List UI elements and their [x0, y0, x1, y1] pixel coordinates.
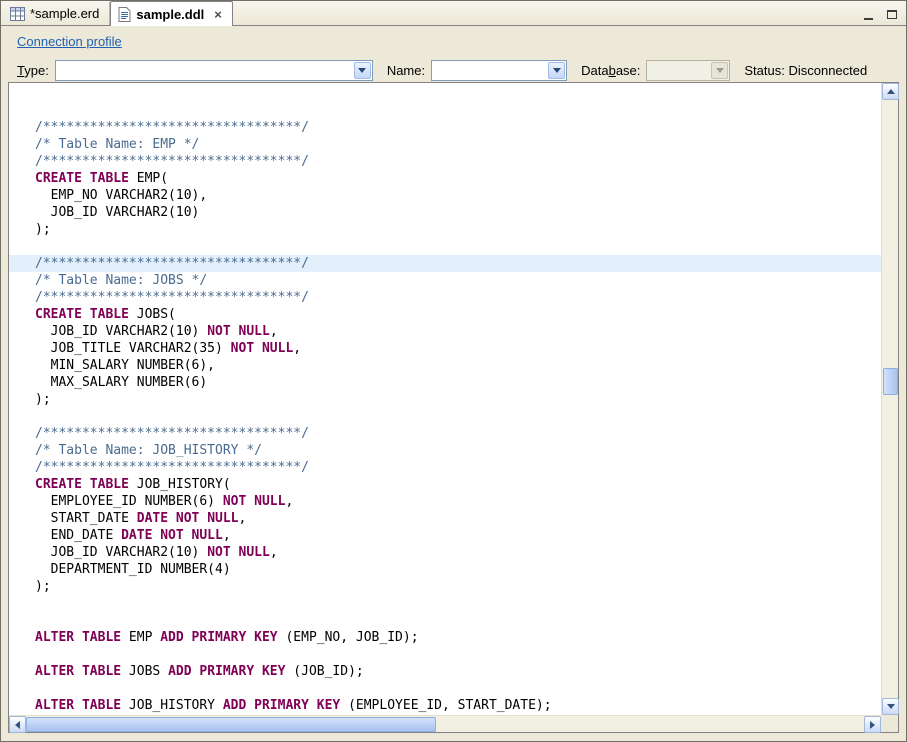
- code-line: );: [9, 578, 881, 595]
- tab-sample-erd[interactable]: *sample.erd: [3, 2, 110, 25]
- minimize-button[interactable]: [861, 6, 876, 20]
- sql-editor: /*********************************//* Ta…: [8, 82, 899, 733]
- editor-tabbar: *sample.erd sample.ddl ×: [1, 1, 906, 26]
- erd-diagram-icon: [10, 7, 25, 21]
- tab-label: *sample.erd: [30, 6, 99, 21]
- code-line: ALTER TABLE EMP ADD PRIMARY KEY (EMP_NO,…: [9, 629, 881, 646]
- code-line: MIN_SALARY NUMBER(6),: [9, 357, 881, 374]
- chevron-down-icon: [716, 68, 724, 73]
- code-line: /*********************************/: [9, 459, 881, 476]
- maximize-icon: [887, 10, 897, 19]
- code-line: );: [9, 391, 881, 408]
- code-line: ALTER TABLE JOBS ADD PRIMARY KEY (JOB_ID…: [9, 663, 881, 680]
- close-icon[interactable]: ×: [214, 8, 222, 21]
- arrow-right-icon: [870, 721, 875, 729]
- database-combo-value: [647, 61, 710, 80]
- code-line: START_DATE DATE NOT NULL,: [9, 510, 881, 527]
- code-line: JOB_ID VARCHAR2(10) NOT NULL,: [9, 323, 881, 340]
- code-line: [9, 595, 881, 612]
- code-line: /* Table Name: EMP */: [9, 136, 881, 153]
- scroll-down-button[interactable]: [882, 698, 899, 715]
- view-controls: [861, 6, 899, 20]
- code-line: JOB_TITLE VARCHAR2(35) NOT NULL,: [9, 340, 881, 357]
- type-combo-dropdown-button[interactable]: [354, 62, 371, 79]
- code-line: JOB_ID VARCHAR2(10): [9, 204, 881, 221]
- type-combo[interactable]: [55, 60, 373, 81]
- connection-profile-panel: Connection profile Type: Name: Database:…: [1, 27, 906, 82]
- code-line: /* Table Name: JOB_HISTORY */: [9, 442, 881, 459]
- tab-label: sample.ddl: [136, 7, 204, 22]
- arrow-left-icon: [15, 721, 20, 729]
- ddl-editor-window: *sample.erd sample.ddl ×: [0, 0, 907, 742]
- code-line: [9, 408, 881, 425]
- scroll-right-button[interactable]: [864, 716, 881, 733]
- horizontal-scrollbar[interactable]: [9, 715, 881, 732]
- code-line: ALTER TABLE JOB_HISTORY ADD PRIMARY KEY …: [9, 697, 881, 714]
- database-combo: [646, 60, 730, 81]
- chevron-down-icon: [358, 68, 366, 73]
- code-line: CREATE TABLE EMP(: [9, 170, 881, 187]
- connection-profile-form: Type: Name: Database: Status: Disconnect…: [17, 60, 892, 81]
- maximize-button[interactable]: [884, 6, 899, 20]
- arrow-down-icon: [887, 704, 895, 709]
- code-line: CREATE TABLE JOBS(: [9, 306, 881, 323]
- name-combo[interactable]: [431, 60, 567, 81]
- code-line: [9, 646, 881, 663]
- connection-status-text: Status: Disconnected: [744, 63, 867, 78]
- code-line: /* Table Name: JOBS */: [9, 272, 881, 289]
- code-line: EMP_NO VARCHAR2(10),: [9, 187, 881, 204]
- arrow-up-icon: [887, 89, 895, 94]
- connection-profile-title[interactable]: Connection profile: [17, 34, 122, 49]
- code-line: /*********************************/: [9, 119, 881, 136]
- chevron-down-icon: [553, 68, 561, 73]
- minimize-icon: [864, 17, 873, 20]
- code-line: JOB_ID VARCHAR2(10) NOT NULL,: [9, 544, 881, 561]
- vertical-scrollbar[interactable]: [881, 83, 898, 715]
- database-label: Database:: [581, 63, 640, 78]
- code-line: MAX_SALARY NUMBER(6): [9, 374, 881, 391]
- scroll-up-button[interactable]: [882, 83, 899, 100]
- code-line: /*********************************/: [9, 425, 881, 442]
- code-line: [9, 680, 881, 697]
- scrollbar-corner: [881, 715, 898, 732]
- database-label-mnemonic: b: [609, 63, 616, 78]
- vertical-scrollbar-thumb[interactable]: [883, 368, 898, 395]
- code-line: DEPARTMENT_ID NUMBER(4): [9, 561, 881, 578]
- name-label: Name:: [387, 63, 425, 78]
- type-label-text: ype:: [24, 63, 49, 78]
- name-combo-value: [432, 61, 547, 80]
- sql-file-icon: [118, 7, 131, 22]
- type-combo-value: [56, 61, 353, 80]
- name-combo-dropdown-button[interactable]: [548, 62, 565, 79]
- code-line: /*********************************/: [9, 289, 881, 306]
- scroll-left-button[interactable]: [9, 716, 26, 733]
- database-label-text2: ase:: [616, 63, 641, 78]
- code-lines: /*********************************//* Ta…: [35, 119, 881, 715]
- type-label: Type:: [17, 63, 49, 78]
- code-line: EMPLOYEE_ID NUMBER(6) NOT NULL,: [9, 493, 881, 510]
- code-line: [9, 612, 881, 629]
- code-line: /*********************************/: [9, 153, 881, 170]
- code-line: [9, 238, 881, 255]
- database-label-text: Data: [581, 63, 608, 78]
- tab-sample-ddl[interactable]: sample.ddl ×: [110, 1, 233, 26]
- code-line: /*********************************/: [9, 255, 881, 272]
- code-line: END_DATE DATE NOT NULL,: [9, 527, 881, 544]
- horizontal-scrollbar-thumb[interactable]: [26, 717, 436, 732]
- code-line: );: [9, 221, 881, 238]
- code-editor[interactable]: /*********************************//* Ta…: [9, 83, 881, 715]
- database-combo-dropdown-button: [711, 62, 728, 79]
- code-line: CREATE TABLE JOB_HISTORY(: [9, 476, 881, 493]
